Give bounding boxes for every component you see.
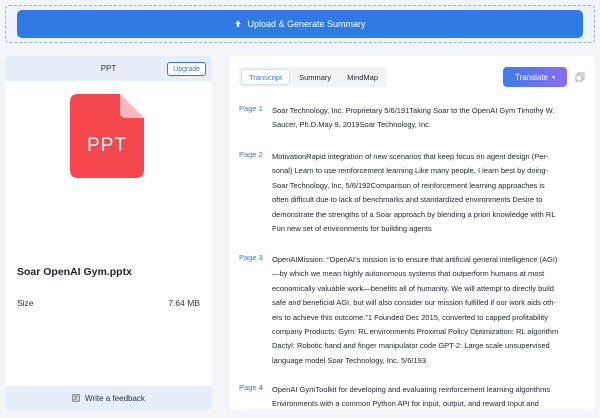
text-line: economically valuable work—benefits all … [272, 283, 554, 293]
chevron-down-icon: ▾ [552, 74, 556, 81]
upload-generate-button[interactable]: Upload & Generate Summary [17, 10, 583, 38]
translate-button[interactable]: Translate ▾ [503, 67, 567, 87]
text-line: sonal) Learn to use reinforcement learni… [272, 166, 548, 176]
page-text: Soar Technology, Inc. Proprietary 5/6/19… [272, 104, 576, 133]
file-type-label: PPT [100, 64, 117, 73]
text-line: language model Soar Technology, Inc. 5/6… [272, 355, 426, 365]
text-line: Fun new set of environments for building… [272, 224, 432, 234]
upload-zone[interactable]: Upload & Generate Summary [5, 5, 595, 43]
page-label[interactable]: Page 1 [239, 104, 263, 113]
text-line: Environments with a common Python API fo… [272, 399, 539, 409]
translate-label: Translate [514, 72, 549, 82]
file-size-row: Size 7.64 MB [17, 298, 200, 308]
page-text: OpenAI GymToolkit for developing and eva… [272, 383, 576, 410]
file-info-panel: PPT Upgrade PPT Soar OpenAI Gym.pptx Siz… [5, 56, 212, 410]
text-line: safe and beneficial AGI, but will also c… [272, 298, 556, 308]
text-line: —by which we mean highly autonomous syst… [272, 269, 545, 279]
view-tabs: Transcript Summary MindMap [239, 67, 388, 87]
file-name: Soar OpenAI Gym.pptx [17, 266, 132, 278]
feedback-label: Write a feedback [85, 393, 145, 403]
page-label[interactable]: Page 2 [239, 150, 263, 159]
text-line: Dactyl: Robotic hand and finger manipula… [272, 341, 550, 351]
upload-label: Upload & Generate Summary [247, 19, 366, 29]
text-line: Soar Technology, Inc. Proprietary 5/6/19… [272, 106, 555, 115]
text-line: MotivationRapid integration of new scena… [272, 152, 549, 161]
size-label: Size [17, 298, 34, 308]
text-line: OpenAIMission: “OpenAI’s mission is to e… [272, 255, 558, 264]
text-line: Saucer, Ph.D.May 9, 2019Soar Technology,… [272, 120, 431, 130]
edit-icon [72, 394, 80, 402]
text-line: ers to achieve this outcome.”1 Founded D… [272, 312, 548, 322]
page-text: MotivationRapid integration of new scena… [272, 150, 576, 236]
ppt-file-icon: PPT [70, 94, 144, 178]
tab-summary[interactable]: Summary [292, 69, 338, 85]
file-type-header: PPT Upgrade [5, 56, 212, 81]
page-text: OpenAIMission: “OpenAI’s mission is to e… [272, 253, 576, 368]
size-value: 7.64 MB [168, 298, 200, 308]
text-line: Soar Technology, Inc. 5/6/192Comparison … [272, 180, 545, 190]
tab-mindmap[interactable]: MindMap [340, 69, 385, 85]
page-label[interactable]: Page 4 [239, 383, 263, 392]
copy-icon[interactable] [575, 72, 585, 82]
write-feedback-button[interactable]: Write a feedback [5, 386, 212, 410]
page-label[interactable]: Page 3 [239, 253, 263, 262]
upgrade-button[interactable]: Upgrade [167, 62, 206, 76]
upload-icon [235, 20, 242, 27]
tab-transcript[interactable]: Transcript [241, 69, 291, 85]
text-line: company Products: Gym: RL environments P… [272, 327, 559, 337]
text-line: often difficult due to lack of benchmark… [272, 195, 543, 205]
text-line: demonstrate the strengths of a Soar appr… [272, 209, 556, 219]
ppt-icon-text: PPT [87, 135, 127, 156]
text-line: OpenAI GymToolkit for developing and eva… [272, 385, 551, 394]
content-panel: Transcript Summary MindMap Translate ▾ P… [229, 56, 595, 410]
